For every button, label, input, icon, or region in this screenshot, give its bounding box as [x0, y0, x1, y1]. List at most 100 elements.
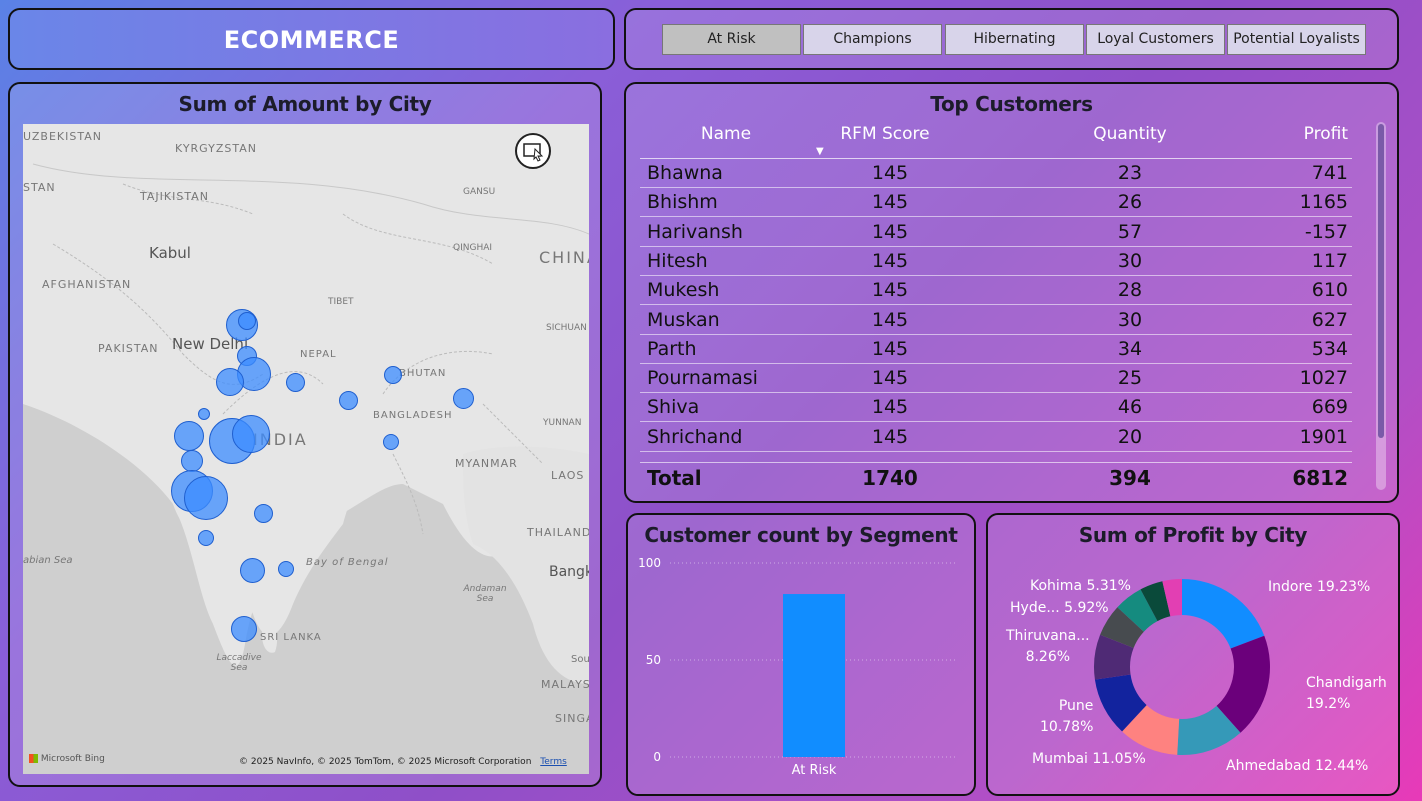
cell-quantity: 30	[1117, 249, 1143, 272]
cell-rfm: 145	[871, 191, 909, 214]
cell-name: Pournamasi	[647, 367, 758, 390]
segment-button-loyal-customers[interactable]: Loyal Customers	[1086, 24, 1225, 55]
map-label-qinghai: QINGHAI	[453, 243, 493, 253]
city-bubble[interactable]	[198, 408, 210, 420]
cell-rfm: 145	[871, 396, 909, 419]
map-label-laos: LAOS	[551, 469, 585, 482]
segment-button-hibernating[interactable]: Hibernating	[945, 24, 1084, 55]
map-card: Sum of Amount by City UZBEKISTAN KYRGYZS…	[8, 82, 602, 787]
map-label-thailand: THAILAND	[527, 526, 589, 539]
city-bubble[interactable]	[238, 312, 256, 330]
city-bubble[interactable]	[231, 616, 257, 642]
cell-profit: -157	[1304, 220, 1348, 243]
cell-quantity: 28	[1117, 279, 1143, 302]
segment-button-champions[interactable]: Champions	[803, 24, 942, 55]
profit-donut-card: Sum of Profit by City Kohima 5.31% Hyde.…	[986, 513, 1400, 796]
donut-slice[interactable]	[1182, 579, 1265, 649]
city-bubble[interactable]	[286, 373, 305, 392]
focus-mode-icon[interactable]	[515, 133, 551, 169]
map-label-tajikistan: TAJIKISTAN	[140, 190, 209, 203]
city-bubble[interactable]	[216, 368, 244, 396]
map-label-south: Sou	[571, 654, 589, 665]
map-label-laccadive-sea: Laccadive Sea	[216, 653, 262, 673]
city-bubble[interactable]	[174, 421, 204, 451]
header-quantity[interactable]: Quantity	[1070, 124, 1190, 144]
table-row[interactable]: Shrichand 145 20 1901	[640, 422, 1352, 452]
total-rfm: 1740	[862, 466, 918, 490]
map-label-nepal: NEPAL	[300, 349, 337, 360]
city-bubble[interactable]	[240, 558, 265, 583]
city-bubble[interactable]	[184, 476, 228, 520]
page-title: ECOMMERCE	[223, 26, 400, 54]
map-label-stan: STAN	[23, 181, 56, 194]
bar[interactable]	[783, 594, 845, 757]
cell-quantity: 20	[1117, 425, 1143, 448]
x-category-label: At Risk	[792, 763, 837, 778]
map-label-malaysia: MALAYS	[541, 678, 589, 691]
map-label-sri-lanka: SRI LANKA	[260, 632, 322, 643]
city-bubble[interactable]	[181, 450, 203, 472]
donut-label-indore: Indore 19.23%	[1268, 579, 1371, 595]
map-label-myanmar: MYANMAR	[455, 457, 518, 470]
map-label-tibet: TIBET	[328, 297, 354, 307]
map-label-bangkok: Bangk	[549, 564, 589, 580]
table-header: Name RFM Score Quantity Profit ▼	[640, 120, 1352, 159]
cell-name: Parth	[647, 337, 697, 360]
header-rfm[interactable]: RFM Score	[820, 124, 950, 144]
header-name[interactable]: Name	[686, 124, 766, 144]
table-row[interactable]: Muskan 145 30 627	[640, 305, 1352, 335]
cell-name: Hitesh	[647, 249, 708, 272]
cell-quantity: 23	[1117, 162, 1143, 184]
cell-profit: 534	[1311, 337, 1348, 360]
segment-button-potential-loyalists[interactable]: Potential Loyalists	[1227, 24, 1366, 55]
city-bubble[interactable]	[278, 561, 294, 577]
table-row[interactable]: Shiva 145 46 669	[640, 392, 1352, 423]
map-label-yunnan: YUNNAN	[543, 418, 582, 428]
table-row[interactable]: Hitesh 145 30 117	[640, 246, 1352, 276]
table-row[interactable]: Bhishm 145 26 1165	[640, 187, 1352, 218]
terms-link[interactable]: Terms	[540, 757, 567, 767]
header-profit[interactable]: Profit	[1260, 124, 1348, 144]
city-bubble[interactable]	[254, 504, 273, 523]
city-bubble[interactable]	[384, 366, 402, 384]
map-label-bay-of-bengal: Bay of Bengal	[306, 557, 389, 568]
map-title: Sum of Amount by City	[178, 92, 432, 116]
map-label-china: CHINA	[539, 248, 589, 267]
cell-rfm: 145	[871, 337, 909, 360]
cell-name: Shrichand	[647, 425, 743, 448]
city-bubble[interactable]	[453, 388, 474, 409]
cell-quantity: 34	[1117, 337, 1143, 360]
city-bubble[interactable]	[232, 415, 270, 453]
cell-profit: 1165	[1299, 191, 1348, 214]
total-quantity: 394	[1109, 466, 1151, 490]
scrollbar-thumb[interactable]	[1378, 124, 1384, 438]
donut-label-hyderabad: Hyde... 5.92%	[1010, 600, 1109, 616]
city-bubble[interactable]	[198, 530, 214, 546]
table-scrollbar[interactable]	[1376, 122, 1386, 490]
table-row[interactable]: Parth 145 34 534	[640, 334, 1352, 364]
donut-label-thiruvananthapuram: Thiruvana... 8.26%	[1006, 628, 1090, 665]
city-bubble[interactable]	[339, 391, 358, 410]
map-label-uzbekistan: UZBEKISTAN	[23, 130, 102, 143]
cell-name: Mukesh	[647, 279, 720, 302]
cell-quantity: 46	[1117, 396, 1143, 419]
y-tick-label: 50	[646, 653, 661, 667]
map-label-pakistan: PAKISTAN	[98, 342, 159, 355]
cell-rfm: 145	[871, 279, 909, 302]
cell-profit: 117	[1311, 249, 1348, 272]
table-row[interactable]: Harivansh 145 57 -157	[640, 217, 1352, 247]
city-bubble[interactable]	[383, 434, 399, 450]
bing-label: Microsoft Bing	[40, 754, 105, 764]
table-row[interactable]: Pournamasi 145 25 1027	[640, 363, 1352, 394]
cell-rfm: 145	[871, 425, 909, 448]
total-label: Total	[647, 466, 702, 490]
table-row[interactable]: Bhawna 145 23 741	[640, 158, 1352, 188]
attribution-text: © 2025 NavInfo, © 2025 TomTom, © 2025 Mi…	[239, 757, 532, 767]
map-canvas[interactable]: UZBEKISTAN KYRGYZSTAN STAN TAJIKISTAN GA…	[23, 124, 589, 774]
map-label-kabul: Kabul	[149, 244, 191, 262]
top-customers-card: Top Customers Name RFM Score Quantity Pr…	[624, 82, 1399, 503]
segment-button-at-risk[interactable]: At Risk	[662, 24, 801, 55]
donut-label-chandigarh: Chandigarh 19.2%	[1306, 675, 1387, 712]
donut-label-mumbai: Mumbai 11.05%	[1032, 751, 1146, 767]
table-row[interactable]: Mukesh 145 28 610	[640, 275, 1352, 306]
